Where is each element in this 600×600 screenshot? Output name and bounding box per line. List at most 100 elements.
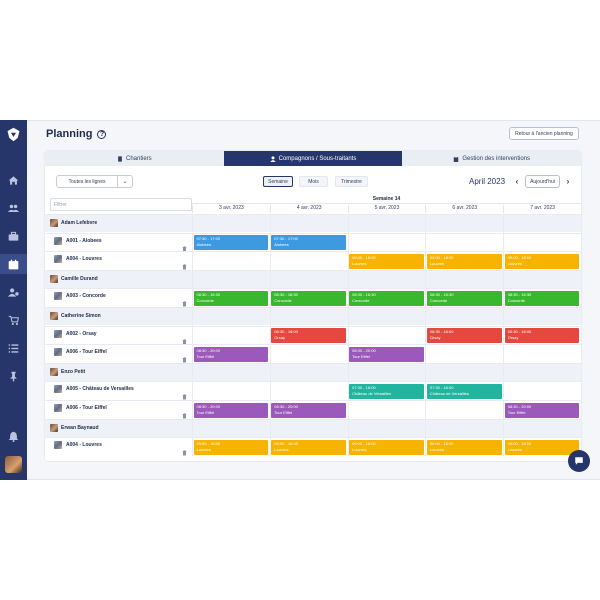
trash-icon[interactable] [182, 332, 187, 345]
event-block[interactable]: 08:30 - 18:00 Orsay [426, 328, 502, 344]
event-block[interactable]: 09:00 - 18:00 Louvres [426, 439, 502, 455]
event-block[interactable]: 07:30 - 17:00 Alobees [271, 235, 347, 251]
grid-line [192, 308, 193, 326]
event-place: Tour Eiffel [196, 409, 215, 415]
view-quarter-button[interactable]: Trimestre [335, 176, 368, 187]
chat-icon [575, 457, 583, 465]
site-name: A006 - Tour Eiffel [54, 348, 107, 357]
grid-line [347, 233, 349, 252]
view-month-button[interactable]: Mois [299, 176, 328, 187]
site-row: A005 - Château de Versailles 07:30 - 18:0… [45, 381, 581, 401]
event-block[interactable]: 09:00 - 18:00 Louvres [349, 253, 424, 269]
event-block[interactable]: 08:30 - 16:30 Concorde [193, 290, 269, 306]
planning-card: Chantiers Compagnons / Sous-traitants Ge… [45, 151, 581, 461]
avatar [50, 312, 58, 320]
tab-interventions[interactable]: Gestion des interventions [402, 151, 581, 166]
trash-icon[interactable] [182, 443, 187, 456]
trash-icon[interactable] [182, 350, 187, 363]
event-block[interactable]: 08:30 - 20:00 Tour Eiffel [271, 402, 347, 418]
bell-icon [8, 431, 19, 442]
row-label: A004 - Louvres [66, 256, 102, 263]
tab-chantiers[interactable]: Chantiers [45, 151, 224, 166]
sidebar-item-tasks[interactable] [0, 338, 27, 358]
event-block[interactable]: 08:30 - 16:30 Concorde [426, 290, 502, 306]
grid-line [192, 382, 193, 401]
event-block[interactable]: 08:30 - 20:00 Tour Eiffel [349, 346, 424, 362]
event-block[interactable]: 09:00 - 18:00 Louvres [271, 439, 347, 455]
grid-line [347, 419, 349, 438]
sidebar-item-home[interactable] [0, 170, 27, 190]
worker-name: Adam Lefebvre [50, 219, 97, 227]
sidebar-item-notifications[interactable] [0, 426, 27, 446]
sidebar-item-planning[interactable] [0, 254, 27, 274]
worker-row: Adam Lefebvre [45, 214, 581, 233]
event-block[interactable]: 09:00 - 18:00 Louvres [504, 253, 580, 269]
event-block[interactable]: 08:30 - 20:00 Tour Eiffel [193, 346, 269, 362]
sidebar-item-projects[interactable] [0, 226, 27, 246]
chevron-left-icon[interactable]: ‹ [512, 175, 522, 188]
trash-icon[interactable] [182, 239, 187, 252]
event-block[interactable]: 08:30 - 20:00 Tour Eiffel [504, 402, 580, 418]
app-logo-icon[interactable] [5, 126, 22, 143]
event-place: Concorde [196, 297, 214, 303]
tab-compagnons[interactable]: Compagnons / Sous-traitants [223, 151, 403, 166]
event-block[interactable]: 09:00 - 18:00 Louvres [193, 439, 269, 455]
grid-line [347, 215, 349, 233]
event-place: Orsay [429, 335, 441, 341]
event-block[interactable]: 07:30 - 18:00 Château de Versailles [349, 383, 424, 399]
event-block[interactable]: 08:30 - 20:00 Tour Eiffel [193, 402, 269, 418]
grid-line [503, 270, 505, 289]
event-block[interactable]: 08:30 - 16:30 Concorde [504, 290, 580, 306]
lines-select[interactable]: Toutes les lignes ⌄ [56, 175, 133, 188]
chat-button[interactable] [568, 450, 590, 472]
today-button[interactable]: Aujourd'hui [525, 175, 560, 188]
site-name: A002 - Orsay [54, 329, 97, 338]
event-place: Louvres [196, 446, 211, 452]
trash-icon[interactable] [182, 406, 187, 419]
avatar [50, 274, 58, 283]
event-place: Concorde [274, 297, 292, 303]
trash-icon[interactable] [182, 387, 187, 400]
sidebar-item-pinned[interactable] [0, 366, 27, 386]
event-block[interactable]: 09:00 - 18:00 Louvres [349, 439, 424, 455]
grid-line [347, 308, 349, 326]
grid-line [192, 438, 193, 457]
sidebar-item-team-settings[interactable] [0, 282, 27, 302]
user-avatar[interactable] [5, 456, 22, 473]
event-block[interactable]: 09:00 - 18:00 Louvres [426, 253, 502, 269]
grid-line [192, 289, 193, 308]
grid-line [192, 215, 193, 233]
day-header: 6 avr. 2023 [425, 205, 503, 213]
help-icon[interactable]: ? [97, 129, 107, 139]
event-block[interactable]: 08:30 - 16:30 Concorde [349, 290, 424, 306]
sidebar-item-orders[interactable] [0, 310, 27, 330]
grid-line [503, 363, 505, 382]
event-block[interactable]: 09:00 - 18:00 Louvres [504, 439, 580, 455]
event-block[interactable]: 07:30 - 18:00 Château de Versailles [426, 383, 502, 399]
event-place: Louvres [429, 260, 445, 266]
trash-icon[interactable] [182, 294, 187, 307]
row-label: Erwan Baynaud [61, 424, 99, 431]
grid-line [425, 215, 427, 233]
event-place: Louvres [429, 446, 445, 452]
event-block[interactable]: 08:30 - 16:30 Concorde [271, 290, 347, 306]
site-row: A002 - Orsay 08:30 - 18:00 Orsay 08:30 - 18… [45, 325, 581, 345]
chevron-right-icon[interactable]: › [563, 175, 573, 188]
grid-line [347, 401, 349, 419]
trash-icon[interactable] [182, 257, 187, 270]
row-label: A001 - Alobees [66, 237, 102, 244]
person-icon [270, 155, 276, 162]
site-row: A006 - Tour Eiffel 08:30 - 20:00 Tour Eiff… [45, 400, 581, 419]
event-block[interactable]: 08:30 - 18:00 Orsay [504, 328, 580, 344]
event-block[interactable]: 08:30 - 18:00 Orsay [271, 328, 347, 344]
sidebar-item-users[interactable] [0, 198, 27, 218]
grid-line [192, 401, 193, 419]
view-week-button[interactable]: Semaine [263, 176, 293, 187]
worker-name: Enzo Petit [50, 367, 85, 376]
grid-line [269, 382, 271, 401]
filter-input[interactable]: Filtrer [50, 198, 192, 211]
site-name: A006 - Tour Eiffel [54, 404, 107, 412]
old-planning-button[interactable]: Retour à l'ancien planning [509, 127, 579, 140]
site-name: A001 - Alobees [54, 236, 102, 245]
event-block[interactable]: 07:30 - 17:00 Alobees [193, 235, 269, 251]
